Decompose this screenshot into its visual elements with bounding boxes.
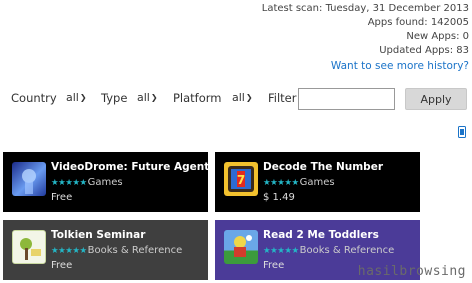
app-card[interactable]: 7 Decode The Number ★★★★★Games $ 1.49 — [215, 152, 420, 212]
chevron-down-icon: ❯ — [245, 93, 253, 102]
type-select[interactable]: all❯ — [137, 91, 158, 104]
apps-found-text: Apps found: 142005 — [367, 17, 469, 28]
app-thumbnail — [12, 230, 46, 264]
app-price: Free — [51, 260, 73, 271]
app-card[interactable]: Tolkien Seminar ★★★★★Books & Reference F… — [3, 220, 208, 280]
scan-stats: Latest scan: Tuesday, 31 December 2013 A… — [262, 2, 469, 58]
updated-apps-text: Updated Apps: 83 — [379, 45, 469, 56]
star-rating-icon: ★★★★★ — [51, 178, 87, 188]
chevron-down-icon: ❯ — [150, 93, 158, 102]
app-category-row: ★★★★★Books & Reference — [51, 245, 182, 256]
app-category-row: ★★★★★Games — [263, 177, 335, 188]
app-thumbnail: 7 — [224, 162, 258, 196]
filter-input[interactable] — [298, 88, 395, 110]
app-title: VideoDrome: Future Agent Tra — [51, 161, 208, 173]
type-select-value: all — [137, 91, 150, 104]
app-price: $ 1.49 — [263, 192, 295, 203]
app-title: Tolkien Seminar — [51, 229, 146, 241]
app-thumbnail — [224, 230, 258, 264]
platform-select-value: all — [232, 91, 245, 104]
app-category: Games — [299, 177, 335, 188]
filter-label: Filter — [268, 91, 297, 105]
mobile-phone-icon[interactable] — [458, 126, 466, 138]
svg-text:7: 7 — [237, 173, 245, 187]
apply-button[interactable]: Apply — [405, 88, 467, 110]
app-title: Decode The Number — [263, 161, 384, 173]
star-rating-icon: ★★★★★ — [51, 246, 87, 256]
app-category: Books & Reference — [299, 245, 395, 256]
app-price: Free — [51, 192, 73, 203]
app-category-row: ★★★★★Games — [51, 177, 123, 188]
platform-label: Platform — [173, 91, 222, 105]
new-apps-text: New Apps: 0 — [406, 31, 469, 42]
country-select[interactable]: all❯ — [66, 91, 87, 104]
platform-select[interactable]: all❯ — [232, 91, 253, 104]
country-label: Country — [11, 91, 57, 105]
app-category-row: ★★★★★Books & Reference — [263, 245, 394, 256]
app-category: Books & Reference — [87, 245, 183, 256]
filter-bar: Country all❯ Type all❯ Platform all❯ Fil… — [0, 88, 472, 110]
country-select-value: all — [66, 91, 79, 104]
app-thumbnail — [12, 162, 46, 196]
app-title: Read 2 Me Toddlers — [263, 229, 379, 241]
chevron-down-icon: ❯ — [79, 93, 87, 102]
latest-scan-text: Latest scan: Tuesday, 31 December 2013 — [261, 3, 469, 14]
app-price: Free — [263, 260, 285, 271]
star-rating-icon: ★★★★★ — [263, 246, 299, 256]
app-category: Games — [87, 177, 123, 188]
more-history-link[interactable]: Want to see more history? — [331, 60, 469, 72]
watermark: hasilbrowsing — [357, 264, 466, 279]
type-label: Type — [101, 91, 128, 105]
app-card[interactable]: VideoDrome: Future Agent Tra ★★★★★Games … — [3, 152, 208, 212]
star-rating-icon: ★★★★★ — [263, 178, 299, 188]
